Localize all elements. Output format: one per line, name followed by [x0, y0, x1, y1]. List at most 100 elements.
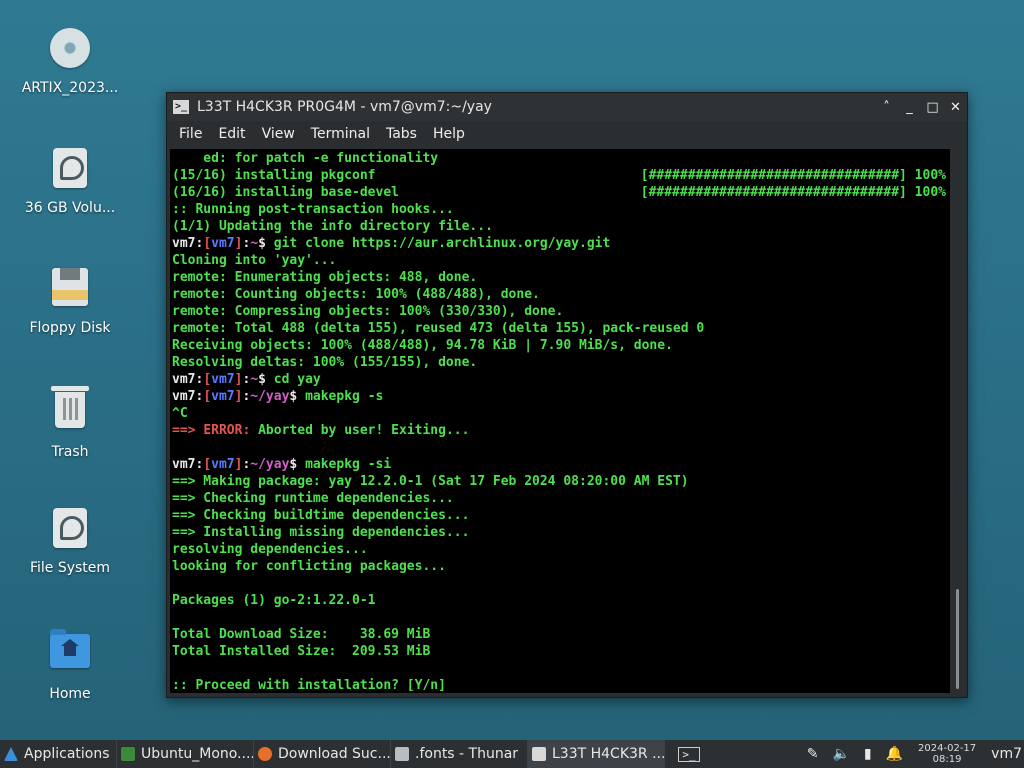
- desktop-icon-label: File System: [29, 560, 111, 576]
- menu-view[interactable]: View: [254, 126, 303, 142]
- terminal-text: ==> Checking runtime dependencies...: [172, 491, 454, 506]
- terminal-text: remote: Counting objects: 100% (488/488)…: [172, 287, 540, 302]
- terminal-text: makepkg -s: [305, 389, 384, 404]
- applications-menu-button[interactable]: Applications: [0, 740, 117, 768]
- terminal-text: $: [289, 457, 306, 472]
- shade-button[interactable]: ˄: [875, 100, 898, 115]
- artix-logo-icon: [4, 747, 18, 761]
- desktop-icon-label: Floppy Disk: [29, 320, 111, 336]
- terminal-line: remote: Total 488 (delta 155), reused 47…: [172, 320, 950, 337]
- terminal-text: vm7: [172, 236, 196, 251]
- close-button[interactable]: ✕: [944, 100, 967, 115]
- menu-help[interactable]: Help: [425, 126, 473, 142]
- menu-tabs[interactable]: Tabs: [378, 126, 425, 142]
- menu-file[interactable]: File: [171, 126, 210, 142]
- terminal-text: ==> Installing missing dependencies...: [172, 525, 470, 540]
- volume-icon[interactable]: 🔈: [832, 746, 849, 762]
- terminal-line: ==> ERROR: Aborted by user! Exiting...: [172, 422, 950, 439]
- terminal-window[interactable]: >_ L33T H4CK3R PR0G4M - vm7@vm7:~/yay ˄ …: [166, 92, 968, 698]
- bell-icon[interactable]: 🔔: [886, 746, 903, 762]
- terminal-launcher[interactable]: >_: [665, 740, 713, 768]
- terminal-text: ^C: [172, 406, 188, 421]
- terminal-line: ed: for patch -e functionality: [172, 150, 950, 167]
- desktop-icon-home[interactable]: Home: [8, 629, 132, 702]
- terminal-text: Receiving objects: 100% (488/488), 94.78…: [172, 338, 673, 353]
- trash-icon: [48, 386, 92, 436]
- terminal-line: Resolving deltas: 100% (155/155), done.: [172, 354, 950, 371]
- terminal-line: :: Running post-transaction hooks...: [172, 201, 950, 218]
- terminal-line: vm7:[vm7]:~$ cd yay: [172, 371, 950, 388]
- terminal-text: resolving dependencies...: [172, 542, 368, 557]
- menu-terminal[interactable]: Terminal: [303, 126, 378, 142]
- desktop-icon-trash[interactable]: Trash: [8, 386, 132, 460]
- window-title: L33T H4CK3R PR0G4M - vm7@vm7:~/yay: [197, 99, 492, 115]
- user-menu[interactable]: vm7: [991, 746, 1022, 762]
- terminal-text: Packages (1) go-2:1.22.0-1: [172, 593, 376, 608]
- floppy-icon: [48, 268, 92, 312]
- battery-icon[interactable]: ▮: [864, 746, 872, 762]
- home-folder-icon: [48, 629, 92, 678]
- terminal-launcher-icon: >_: [678, 746, 700, 762]
- terminal-text: [: [203, 372, 212, 387]
- firefox-icon: [258, 747, 272, 761]
- scrollbar-thumb[interactable]: [956, 589, 959, 689]
- terminal-scrollbar[interactable]: [953, 149, 963, 693]
- terminal-line: ==> Making package: yay 12.2.0-1 (Sat 17…: [172, 473, 950, 490]
- window-titlebar[interactable]: >_ L33T H4CK3R PR0G4M - vm7@vm7:~/yay ˄ …: [167, 93, 967, 121]
- terminal-text: Total Installed Size: 209.53 MiB: [172, 644, 431, 659]
- terminal-output[interactable]: ed: for patch -e functionality (15/16) in…: [170, 149, 950, 693]
- terminal-text: $: [289, 389, 306, 404]
- taskbar-task[interactable]: Ubuntu_Mono....: [117, 740, 254, 768]
- desktop-icon-floppy[interactable]: Floppy Disk: [8, 268, 132, 336]
- desktop-icon-artix[interactable]: ARTIX_2023...: [8, 28, 132, 96]
- task-label: .fonts - Thunar: [415, 746, 519, 762]
- terminal-text: cd yay: [273, 372, 321, 387]
- maximize-button[interactable]: □: [921, 100, 944, 115]
- folder-icon: [395, 747, 409, 761]
- terminal-line: Total Installed Size: 209.53 MiB: [172, 643, 950, 660]
- terminal-line: ==> Checking buildtime dependencies...: [172, 507, 950, 524]
- terminal-line: vm7:[vm7]:~/yay$ makepkg -si: [172, 456, 950, 473]
- terminal-text: [: [203, 236, 212, 251]
- terminal-text: ~: [250, 236, 259, 251]
- terminal-text: looking for conflicting packages...: [172, 559, 446, 574]
- desktop-icon-filesystem[interactable]: File System: [8, 508, 132, 576]
- desktop-icon-volume[interactable]: 36 GB Volu...: [8, 148, 132, 216]
- minimize-button[interactable]: _: [898, 100, 921, 115]
- terminal-text: (15/16) installing pkgconf: [172, 168, 376, 183]
- terminal-line: ^C: [172, 405, 950, 422]
- clock[interactable]: 2024-02-17 08:19: [918, 743, 976, 765]
- drive-icon: [48, 148, 92, 192]
- terminal-line: Total Download Size: 38.69 MiB: [172, 626, 950, 643]
- terminal-line: (15/16) installing pkgconf [#############…: [172, 167, 950, 184]
- terminal-lines: ed: for patch -e functionality (15/16) in…: [170, 149, 950, 693]
- terminal-line: ==> Installing missing dependencies...: [172, 524, 950, 541]
- disc-icon: [48, 28, 92, 72]
- terminal-text: vm7: [211, 457, 235, 472]
- terminal-icon: >_: [173, 100, 189, 114]
- terminal-text: remote: Total 488 (delta 155), reused 47…: [172, 321, 705, 336]
- progress-bar-text: [################################] 100%: [640, 168, 946, 183]
- progress-bar-text: [################################] 100%: [640, 185, 946, 200]
- terminal-text: vm7: [172, 389, 196, 404]
- menu-edit[interactable]: Edit: [210, 126, 253, 142]
- document-icon: [121, 747, 135, 761]
- terminal-text: (16/16) installing base-devel: [172, 185, 399, 200]
- clock-time: 08:19: [932, 754, 962, 765]
- taskbar-task-active[interactable]: L33T H4CK3R ...: [528, 740, 665, 768]
- terminal-text: :: Running post-transaction hooks...: [172, 202, 454, 217]
- taskbar-task[interactable]: Download Suc...: [254, 740, 391, 768]
- terminal-text: vm7: [211, 372, 235, 387]
- terminal-text: (1/1) Updating the info directory file..…: [172, 219, 493, 234]
- terminal-text: remote: Compressing objects: 100% (330/3…: [172, 304, 564, 319]
- terminal-icon: [532, 747, 546, 761]
- taskbar-task[interactable]: .fonts - Thunar: [391, 740, 528, 768]
- terminal-text: ERROR:: [203, 423, 251, 438]
- clock-date: 2024-02-17: [918, 743, 977, 754]
- terminal-text: ~/yay: [250, 389, 290, 404]
- pen-icon[interactable]: ✎: [807, 746, 819, 762]
- terminal-text: [: [203, 389, 212, 404]
- terminal-line: looking for conflicting packages...: [172, 558, 950, 575]
